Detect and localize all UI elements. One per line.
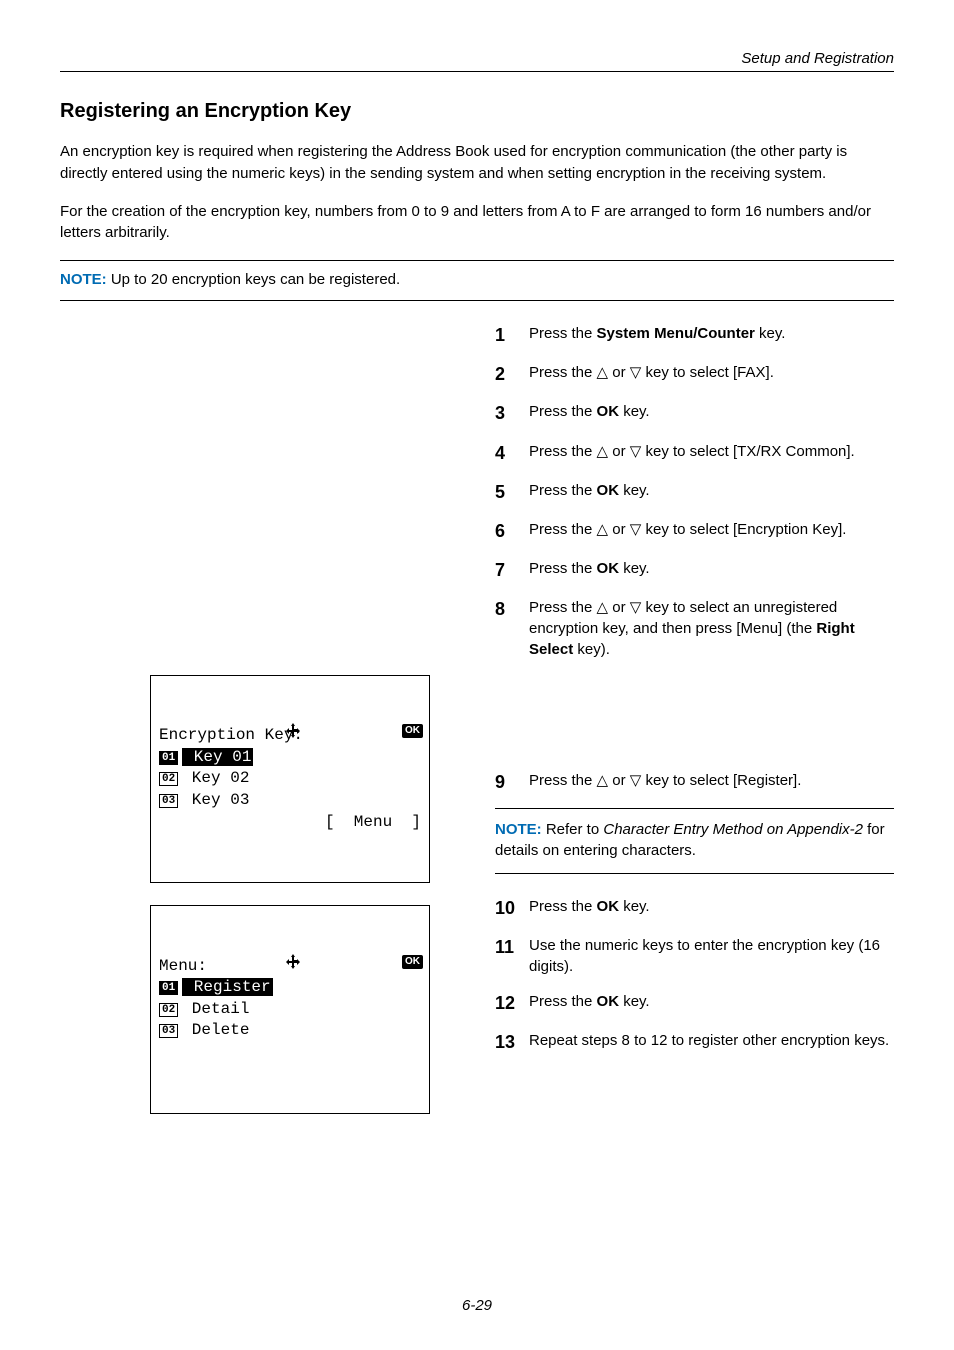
down-triangle-icon: ▽ (630, 364, 642, 381)
down-triangle-icon: ▽ (630, 521, 642, 538)
down-triangle-icon: ▽ (630, 443, 642, 460)
note-mid: NOTE: Refer to Character Entry Method on… (495, 808, 894, 874)
s1a: Press the (529, 325, 597, 342)
step-13: 13 Repeat steps 8 to 12 to register othe… (495, 1030, 894, 1055)
s4a: Press the (529, 443, 597, 460)
lcd2-row2: Detail (182, 1000, 249, 1018)
s1b: System Menu/Counter (597, 325, 755, 342)
lcd2-row1: Register (182, 978, 272, 996)
lcd2-idx-3: 03 (159, 1024, 178, 1038)
up-triangle-icon: △ (597, 599, 609, 616)
step-3: 3 Press the OK key. (495, 401, 894, 426)
s10c: key. (619, 898, 650, 915)
s6b: or (608, 521, 630, 538)
s4c: key to select [TX/RX Common]. (641, 443, 854, 460)
right-column: 1 Press the System Menu/Counter key. 2 P… (495, 323, 894, 1069)
lcd-panel-menu: OK Menu:01 Register02 Detail03 Delete (150, 905, 430, 1113)
note-top: NOTE: Up to 20 encryption keys can be re… (60, 260, 894, 301)
s2c: key to select [FAX]. (641, 364, 774, 381)
step-7: 7 Press the OK key. (495, 558, 894, 583)
s12a: Press the (529, 993, 597, 1010)
s13: Repeat steps 8 to 12 to register other e… (529, 1030, 894, 1051)
s6c: key to select [Encryption Key]. (641, 521, 846, 538)
s8d: key). (573, 641, 610, 658)
page-number: 6-29 (0, 1297, 954, 1314)
step-list: 1 Press the System Menu/Counter key. 2 P… (495, 323, 894, 796)
ok-badge: OK (402, 724, 423, 738)
step-list-2: 10 Press the OK key. 11 Use the numeric … (495, 896, 894, 1056)
s3a: Press the (529, 403, 597, 420)
s8b: or (608, 599, 630, 616)
s9b: or (608, 772, 630, 789)
lcd2-idx-2: 02 (159, 1003, 178, 1017)
lcd2-row3: Delete (182, 1021, 249, 1039)
arrows-icon (285, 910, 400, 1012)
step-2: 2 Press the △ or ▽ key to select [FAX]. (495, 362, 894, 387)
lcd1-row3: Key 03 (182, 791, 249, 809)
s4b: or (608, 443, 630, 460)
lcd-nav-ok-icons-2: OK (285, 910, 423, 1012)
up-triangle-icon: △ (597, 364, 609, 381)
lcd-nav-ok-icons: OK (285, 680, 423, 782)
s10a: Press the (529, 898, 597, 915)
ok-badge: OK (402, 955, 423, 969)
s3b: OK (597, 403, 620, 420)
section-title: Registering an Encryption Key (60, 100, 894, 123)
note-mid-a: Refer to (542, 821, 604, 838)
s2a: Press the (529, 364, 597, 381)
note-text: Up to 20 encryption keys can be register… (107, 271, 401, 288)
up-triangle-icon: △ (597, 521, 609, 538)
lcd1-idx-2: 02 (159, 772, 178, 786)
s7c: key. (619, 560, 650, 577)
s2b: or (608, 364, 630, 381)
up-triangle-icon: △ (597, 443, 609, 460)
s5b: OK (597, 482, 620, 499)
s12c: key. (619, 993, 650, 1010)
s3c: key. (619, 403, 650, 420)
step-8: 8 Press the △ or ▽ key to select an unre… (495, 597, 894, 660)
lcd1-idx-1: 01 (159, 751, 178, 765)
down-triangle-icon: ▽ (630, 599, 642, 616)
note-mid-label: NOTE: (495, 821, 542, 838)
document-page: Setup and Registration 6 Registering an … (0, 0, 954, 1350)
lcd1-row1: Key 01 (182, 748, 253, 766)
s5a: Press the (529, 482, 597, 499)
step-9: 9 Press the △ or ▽ key to select [Regist… (495, 770, 894, 795)
s11: Use the numeric keys to enter the encryp… (529, 935, 894, 977)
s7a: Press the (529, 560, 597, 577)
s5c: key. (619, 482, 650, 499)
arrows-icon (285, 680, 400, 782)
step-1: 1 Press the System Menu/Counter key. (495, 323, 894, 348)
note-label: NOTE: (60, 271, 107, 288)
lcd2-idx-1: 01 (159, 981, 178, 995)
step-6: 6 Press the △ or ▽ key to select [Encryp… (495, 519, 894, 544)
lcd-panel-encryption-key: OK Encryption Key:01 Key 0102 Key 0203 K… (150, 675, 430, 883)
step-10: 10 Press the OK key. (495, 896, 894, 921)
lcd1-footer: [ Menu ] (159, 812, 421, 834)
step-12: 12 Press the OK key. (495, 991, 894, 1016)
intro-para-1: An encryption key is required when regis… (60, 141, 894, 185)
left-column: OK Encryption Key:01 Key 0102 Key 0203 K… (60, 323, 495, 1136)
s8a: Press the (529, 599, 597, 616)
running-head: Setup and Registration (60, 50, 894, 67)
step-5: 5 Press the OK key. (495, 480, 894, 505)
intro-para-2: For the creation of the encryption key, … (60, 201, 894, 245)
lcd1-idx-3: 03 (159, 794, 178, 808)
step-11: 11 Use the numeric keys to enter the enc… (495, 935, 894, 977)
header-rule (60, 71, 894, 72)
s6a: Press the (529, 521, 597, 538)
s7b: OK (597, 560, 620, 577)
down-triangle-icon: ▽ (630, 772, 642, 789)
lcd1-row2: Key 02 (182, 769, 249, 787)
s10b: OK (597, 898, 620, 915)
s1c: key. (755, 325, 786, 342)
s9c: key to select [Register]. (641, 772, 801, 789)
note-mid-italic: Character Entry Method on Appendix-2 (603, 821, 863, 838)
up-triangle-icon: △ (597, 772, 609, 789)
s12b: OK (597, 993, 620, 1010)
s9a: Press the (529, 772, 597, 789)
step-4: 4 Press the △ or ▽ key to select [TX/RX … (495, 441, 894, 466)
content-columns: OK Encryption Key:01 Key 0102 Key 0203 K… (60, 323, 894, 1136)
